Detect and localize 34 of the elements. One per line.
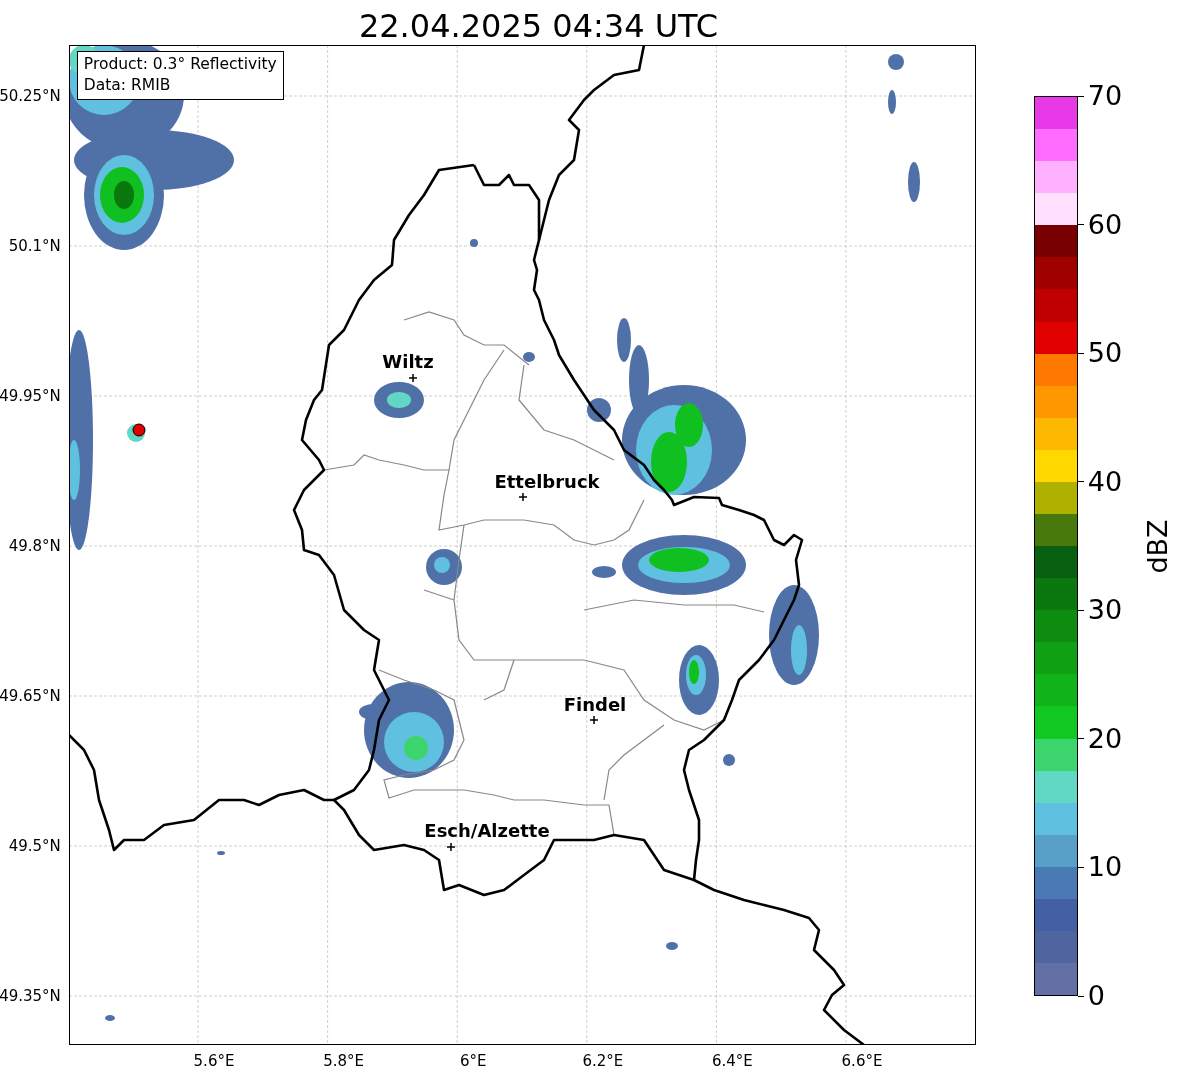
colorbar-tick-label: 50 — [1087, 338, 1123, 369]
city-label: Esch/Alzette — [424, 820, 550, 841]
info-text: Data: RMIB — [83, 75, 172, 96]
colorbar-tick-label: 20 — [1087, 723, 1123, 754]
city-label: Wiltz — [382, 351, 434, 372]
colorbar-tick-label: 40 — [1087, 466, 1123, 497]
city-marker — [518, 492, 528, 502]
city-marker — [589, 715, 599, 725]
axis-tick-label: 49.65°N — [0, 687, 61, 705]
axis-tick-label: 6.2°E — [582, 1052, 624, 1070]
axis-tick-label: 6.4°E — [711, 1052, 753, 1070]
axis-tick-label: 6°E — [459, 1052, 487, 1070]
colorbar-label: dBZ — [1141, 518, 1173, 574]
info-text: Product: 0.3° Reflectivity — [83, 54, 277, 75]
city-marker — [446, 842, 456, 852]
colorbar-tick-label: 0 — [1087, 981, 1105, 1011]
city-label: Ettelbruck — [494, 471, 600, 492]
axis-tick-label: 5.8°E — [323, 1052, 364, 1070]
axis-tick-label: 49.5°N — [8, 837, 61, 855]
axis-tick-label: 6.6°E — [841, 1052, 883, 1070]
city-marker — [408, 373, 418, 383]
colorbar-tick-label: 10 — [1087, 852, 1123, 883]
city-label: Findel — [563, 694, 627, 715]
axis-tick-label: 49.8°N — [8, 537, 61, 555]
axis-tick-label: 50.1°N — [8, 237, 61, 255]
axis-tick-label: 5.6°E — [193, 1052, 235, 1070]
axis-tick-label: 49.95°N — [0, 387, 61, 405]
colorbar-tick-label: 60 — [1087, 209, 1123, 240]
chart-title: 22.04.2025 04:34 UTC — [357, 6, 720, 45]
axis-tick-label: 50.25°N — [0, 87, 61, 105]
axis-tick-label: 49.35°N — [0, 987, 61, 1005]
radar-site-marker — [132, 423, 146, 437]
colorbar-tick-label: 70 — [1087, 81, 1123, 111]
colorbar-tick-label: 30 — [1087, 595, 1123, 626]
